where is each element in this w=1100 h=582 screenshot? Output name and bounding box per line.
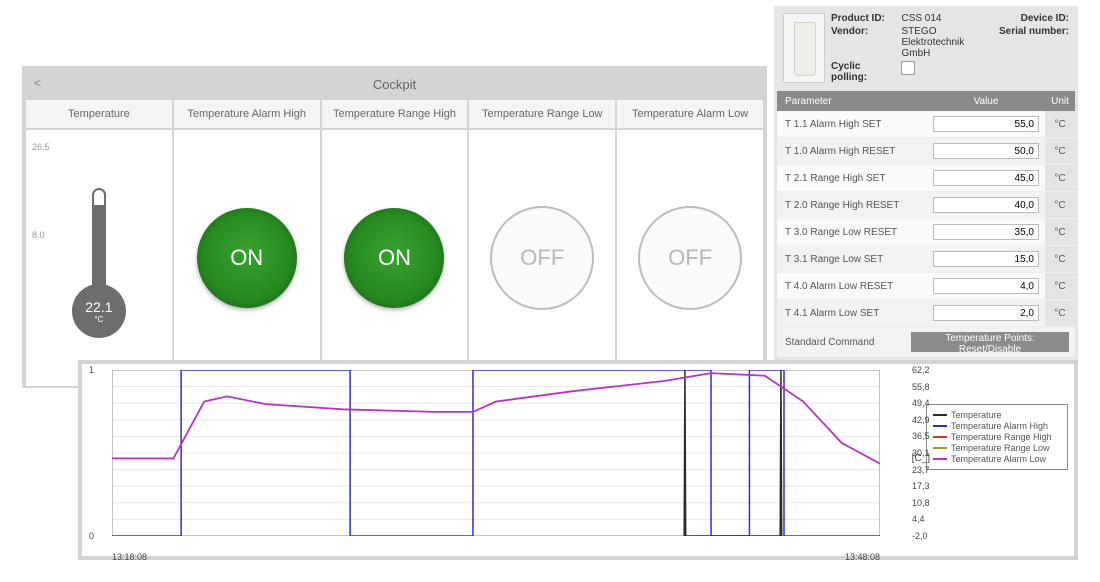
- param-unit: °C: [1045, 111, 1075, 137]
- command-label: Standard Command: [777, 337, 905, 348]
- device-panel: Product ID: CSS 014 Vendor: STEGO Elektr…: [774, 6, 1078, 360]
- param-value-input[interactable]: [933, 251, 1039, 267]
- indicator-range-high: ON: [344, 208, 444, 308]
- param-table-header: Parameter Value Unit: [777, 91, 1075, 111]
- param-row: T 2.0 Range High RESET °C: [777, 192, 1075, 219]
- indicator-alarm-low: OFF: [638, 206, 742, 310]
- legend-item: Temperature Range High: [933, 432, 1061, 442]
- col-header: Temperature Alarm Low: [617, 100, 763, 130]
- thermo-unit: °C: [94, 315, 103, 324]
- indicator-range-low: OFF: [490, 206, 594, 310]
- param-name: T 2.0 Range High RESET: [777, 200, 927, 211]
- param-unit: °C: [1045, 246, 1075, 272]
- chart-plot-area[interactable]: 01 -2,04,410,817,323,730,136,542,949,455…: [112, 370, 880, 536]
- value-vendor: STEGO Elektrotechnik GmbH: [901, 26, 993, 59]
- cockpit-titlebar: < Cockpit: [26, 70, 763, 100]
- param-row: T 4.0 Alarm Low RESET °C: [777, 273, 1075, 300]
- param-row: T 1.0 Alarm High RESET °C: [777, 138, 1075, 165]
- col-header: Temperature Range High: [322, 100, 468, 130]
- chart-right-axis-label: [C_]: [912, 453, 930, 464]
- cockpit-col-temperature: Temperature 26.5 8.0 22.1 °C: [26, 100, 174, 386]
- command-row: Standard Command Temperature Points: Res…: [777, 327, 1075, 357]
- value-product-id: CSS 014: [901, 13, 993, 24]
- param-name: T 3.1 Range Low SET: [777, 254, 927, 265]
- param-value-input[interactable]: [933, 116, 1039, 132]
- param-name: T 2.1 Range High SET: [777, 173, 927, 184]
- cockpit-title: Cockpit: [373, 77, 416, 92]
- param-value-input[interactable]: [933, 143, 1039, 159]
- param-name: T 1.1 Alarm High SET: [777, 119, 927, 130]
- indicator-alarm-high: ON: [197, 208, 297, 308]
- legend-item: Temperature Alarm Low: [933, 454, 1061, 464]
- param-value-input[interactable]: [933, 305, 1039, 321]
- cockpit-col-range-low: Temperature Range Low OFF: [469, 100, 617, 386]
- label-serial-number: Serial number:: [999, 26, 1069, 37]
- param-unit: °C: [1045, 192, 1075, 218]
- param-value-input[interactable]: [933, 197, 1039, 213]
- param-name: T 3.0 Range Low RESET: [777, 227, 927, 238]
- param-unit: °C: [1045, 300, 1075, 326]
- param-name: T 1.0 Alarm High RESET: [777, 146, 927, 157]
- param-row: T 2.1 Range High SET °C: [777, 165, 1075, 192]
- param-name: T 4.0 Alarm Low RESET: [777, 281, 927, 292]
- param-name: T 4.1 Alarm Low SET: [777, 308, 927, 319]
- chart-legend: TemperatureTemperature Alarm HighTempera…: [926, 404, 1068, 470]
- param-row: T 1.1 Alarm High SET °C: [777, 111, 1075, 138]
- label-device-id: Device ID:: [1021, 13, 1069, 24]
- param-row: T 3.1 Range Low SET °C: [777, 246, 1075, 273]
- label-vendor: Vendor:: [831, 26, 897, 59]
- param-unit: °C: [1045, 219, 1075, 245]
- legend-item: Temperature: [933, 410, 1061, 420]
- param-value-input[interactable]: [933, 224, 1039, 240]
- chart-panel: 01 -2,04,410,817,323,730,136,542,949,455…: [78, 360, 1078, 560]
- param-unit: °C: [1045, 138, 1075, 164]
- thermo-value: 22.1: [85, 299, 112, 315]
- col-header: Temperature Range Low: [469, 100, 615, 130]
- back-button[interactable]: <: [34, 76, 41, 90]
- legend-item: Temperature Alarm High: [933, 421, 1061, 431]
- cyclic-polling-checkbox[interactable]: [901, 61, 915, 75]
- param-unit: °C: [1045, 165, 1075, 191]
- label-product-id: Product ID:: [831, 13, 897, 24]
- param-value-input[interactable]: [933, 170, 1039, 186]
- thermometer: 22.1 °C: [72, 188, 126, 338]
- col-header: Temperature: [26, 100, 172, 130]
- legend-item: Temperature Range Low: [933, 443, 1061, 453]
- label-cyclic-polling: Cyclic polling:: [831, 61, 897, 83]
- reset-disable-button[interactable]: Temperature Points: Reset/Disable: [911, 332, 1069, 352]
- cockpit-col-alarm-high: Temperature Alarm High ON: [174, 100, 322, 386]
- device-header: Product ID: CSS 014 Vendor: STEGO Elektr…: [777, 9, 1075, 91]
- cockpit-panel: < Cockpit Temperature 26.5 8.0 22.1 °C: [22, 66, 767, 388]
- col-header: Temperature Alarm High: [174, 100, 320, 130]
- param-row: T 3.0 Range Low RESET °C: [777, 219, 1075, 246]
- param-row: T 4.1 Alarm Low SET °C: [777, 300, 1075, 327]
- device-thumbnail: [783, 13, 825, 83]
- param-value-input[interactable]: [933, 278, 1039, 294]
- param-unit: °C: [1045, 273, 1075, 299]
- cockpit-col-range-high: Temperature Range High ON: [322, 100, 470, 386]
- cockpit-col-alarm-low: Temperature Alarm Low OFF: [617, 100, 763, 386]
